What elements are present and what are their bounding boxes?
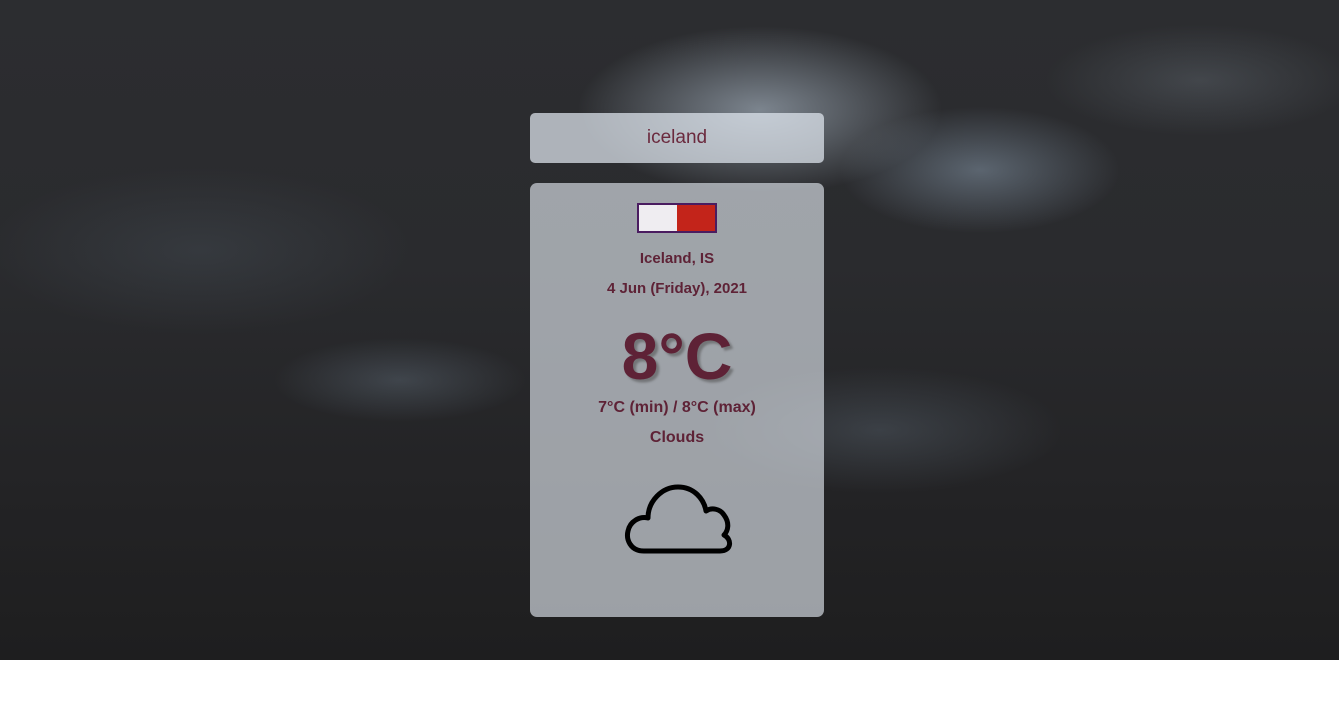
weather-card: Iceland, IS 4 Jun (Friday), 2021 8°C 7°C… [530,183,824,617]
search-input[interactable] [530,113,824,163]
min-max-temperature: 7°C (min) / 8°C (max) [598,399,756,416]
location-label: Iceland, IS [639,250,715,267]
weather-condition: Clouds [649,429,705,446]
flag-right-stripe [677,205,715,231]
date-label: 4 Jun (Friday), 2021 [606,280,748,297]
cloud-icon [625,484,732,554]
current-temperature: 8°C [621,319,733,393]
flag-left-stripe [639,205,677,231]
flag-icon [637,203,717,233]
